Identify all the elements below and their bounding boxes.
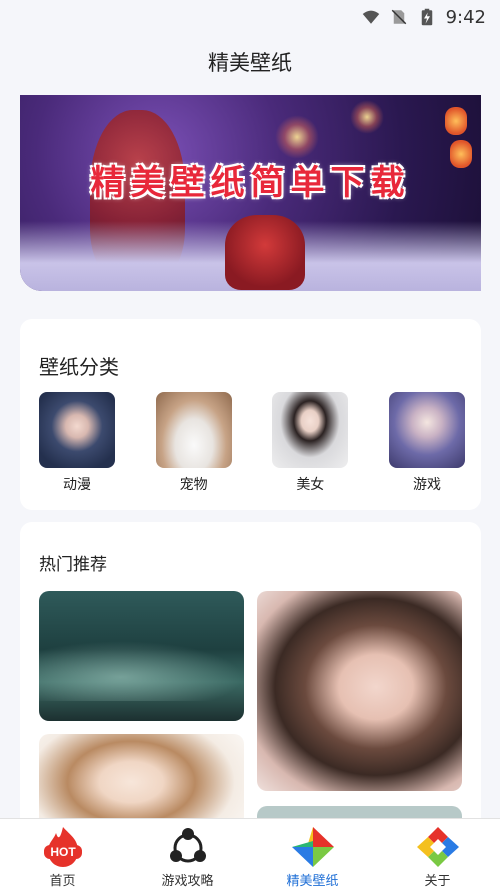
share-nodes-icon	[169, 828, 206, 863]
nav-item-about[interactable]: 关于	[375, 819, 500, 889]
forest-mist-decoration	[39, 641, 244, 701]
colorful-star-icon	[291, 827, 334, 867]
nav-label: 游戏攻略	[161, 874, 214, 889]
category-item-anime[interactable]: 动漫	[38, 392, 116, 494]
status-bar: 9:42	[0, 0, 500, 34]
banner-firework-decoration	[350, 100, 384, 134]
category-list: 动漫 宠物 美女 游戏	[38, 392, 466, 494]
hot-section-title: 热门推荐	[39, 555, 107, 575]
hot-badge-text: HOT	[50, 845, 76, 859]
category-section-title: 壁纸分类	[39, 355, 119, 379]
beauty-thumbnail	[272, 392, 349, 468]
category-item-game[interactable]: 游戏	[388, 392, 466, 494]
nav-label: 首页	[49, 874, 76, 889]
nav-item-wallpaper[interactable]: 精美壁纸	[250, 819, 375, 889]
pet-thumbnail	[155, 392, 232, 468]
banner-character-figure	[225, 215, 305, 290]
no-sim-icon	[391, 9, 406, 25]
nav-label: 精美壁纸	[286, 874, 339, 889]
nav-item-game-guide[interactable]: 游戏攻略	[125, 819, 250, 889]
nav-item-home[interactable]: HOT 首页	[0, 819, 125, 889]
banner-title: 精美壁纸简单下载	[90, 163, 411, 203]
category-label: 宠物	[179, 477, 208, 493]
game-thumbnail	[388, 392, 465, 468]
banner-firework-decoration	[275, 115, 319, 159]
category-item-beauty[interactable]: 美女	[271, 392, 349, 494]
anime-thumbnail	[39, 392, 115, 468]
colorful-diamond-icon	[416, 827, 459, 867]
wallpaper-app-screen: 9:42 精美壁纸 精美壁纸简单下载 壁纸分类 动漫 宠物 美女 游戏 热门推荐…	[0, 0, 500, 889]
battery-charging-icon	[421, 8, 432, 26]
banner-lantern-decoration	[445, 107, 467, 135]
category-item-pet[interactable]: 宠物	[155, 392, 233, 494]
category-label: 动漫	[63, 477, 91, 493]
wallpaper-tile[interactable]	[257, 591, 462, 791]
status-time: 9:42	[445, 6, 486, 28]
wallpaper-tile[interactable]	[39, 591, 244, 721]
bottom-navigation: HOT 首页 游戏攻略 精美壁纸 关于	[0, 818, 500, 889]
category-label: 美女	[296, 477, 325, 493]
category-card: 壁纸分类 动漫 宠物 美女 游戏	[20, 319, 481, 510]
nav-label: 关于	[424, 874, 451, 889]
page-title: 精美壁纸	[208, 51, 292, 75]
hot-fire-icon: HOT	[43, 827, 82, 867]
category-label: 游戏	[412, 477, 441, 493]
wifi-icon	[362, 10, 379, 24]
banner-carousel[interactable]: 精美壁纸简单下载	[20, 95, 481, 291]
